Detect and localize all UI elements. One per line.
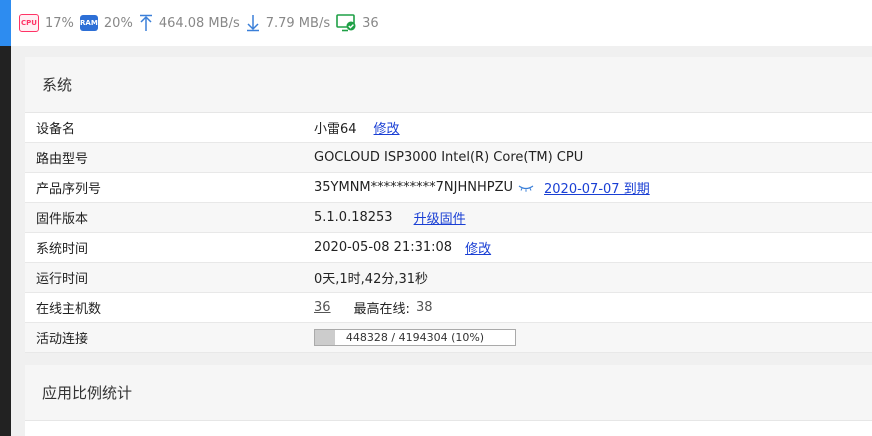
firmware-version-value: 5.1.0.18253 — [314, 210, 393, 225]
ram-usage: 20% — [103, 15, 133, 31]
row-value-wrap: 36 最高在线: 38 — [314, 298, 432, 317]
row-label: 系统时间 — [36, 242, 89, 257]
row-label: 活动连接 — [36, 332, 89, 347]
max-online-label: 最高在线: — [353, 302, 410, 317]
row-value-wrap: 5.1.0.18253 升级固件 — [314, 208, 466, 227]
system-time-value: 2020-05-08 21:31:08 — [314, 240, 453, 255]
ram-stat: RAM 20% — [79, 15, 133, 31]
row-system-time: 系统时间 2020-05-08 21:31:08 修改 — [25, 233, 872, 263]
row-label: 固件版本 — [36, 212, 89, 227]
serial-number-value: 35YMNM**********7NJHNHPZU — [314, 180, 514, 195]
router-model-value: GOCLOUD ISP3000 Intel(R) Core(TM) CPU — [314, 150, 584, 165]
eye-closed-icon[interactable] — [518, 183, 534, 193]
system-panel-title: 系统 — [25, 57, 872, 113]
license-expiry-link[interactable]: 2020-07-07 到期 — [544, 178, 650, 197]
active-connections-progress: 448328 / 4194304 (10%) — [314, 329, 516, 346]
row-value-wrap: 2020-05-08 21:31:08 修改 — [314, 238, 491, 257]
upgrade-firmware-link[interactable]: 升级固件 — [414, 208, 466, 227]
row-uptime: 运行时间 0天,1时,42分,31秒 — [25, 263, 872, 293]
monitor-check-icon — [336, 14, 356, 32]
max-online-value: 38 — [415, 300, 433, 315]
cpu-usage: 17% — [45, 15, 74, 31]
left-sidebar-strip — [0, 0, 11, 436]
row-label: 在线主机数 — [36, 302, 102, 317]
cpu-icon: CPU — [19, 14, 39, 32]
app-stats-panel: 应用比例统计 — [25, 365, 872, 436]
row-value-wrap: 小雷64 修改 — [314, 118, 400, 137]
row-device-name: 设备名 小雷64 修改 — [25, 113, 872, 143]
row-firmware-version: 固件版本 5.1.0.18253 升级固件 — [25, 203, 872, 233]
edit-device-name-link[interactable]: 修改 — [374, 118, 400, 137]
row-value-wrap: 448328 / 4194304 (10%) — [314, 329, 516, 346]
download-arrow-icon — [246, 15, 259, 32]
cpu-stat: CPU 17% — [19, 14, 74, 32]
online-hosts-stat: 36 — [336, 14, 379, 32]
edit-system-time-link[interactable]: 修改 — [465, 238, 491, 257]
progress-text: 448328 / 4194304 (10%) — [345, 331, 485, 344]
download-stat: 7.79 MB/s — [246, 14, 330, 32]
row-online-hosts: 在线主机数 36 最高在线: 38 — [25, 293, 872, 323]
online-count: 36 — [362, 15, 379, 31]
row-value-wrap: 35YMNM**********7NJHNHPZU 2020-07-07 到期 — [314, 178, 650, 197]
status-bar: CPU 17% RAM 20% 464.08 MB/s 7.79 MB/s 36 — [11, 0, 872, 46]
upload-arrow-icon — [139, 14, 152, 31]
device-name-value: 小雷64 — [314, 122, 357, 137]
download-speed: 7.79 MB/s — [265, 15, 331, 31]
row-label: 产品序列号 — [36, 182, 102, 197]
online-hosts-link[interactable]: 36 — [314, 300, 331, 315]
row-serial-number: 产品序列号 35YMNM**********7NJHNHPZU 2020-07-… — [25, 173, 872, 203]
sidebar-accent — [0, 0, 11, 46]
row-active-connections: 活动连接 448328 / 4194304 (10%) — [25, 323, 872, 353]
row-label: 路由型号 — [36, 152, 89, 167]
upload-stat: 464.08 MB/s — [139, 14, 240, 32]
uptime-value: 0天,1时,42分,31秒 — [314, 272, 429, 287]
app-stats-title: 应用比例统计 — [25, 365, 872, 421]
upload-speed: 464.08 MB/s — [158, 15, 240, 31]
system-panel: 系统 设备名 小雷64 修改 路由型号 GOCLOUD ISP3000 Inte… — [25, 57, 872, 353]
ram-icon: RAM — [79, 15, 98, 31]
row-label: 运行时间 — [36, 272, 89, 287]
row-label: 设备名 — [36, 122, 76, 137]
system-info-table: 设备名 小雷64 修改 路由型号 GOCLOUD ISP3000 Intel(R… — [25, 113, 872, 353]
row-router-model: 路由型号 GOCLOUD ISP3000 Intel(R) Core(TM) C… — [25, 143, 872, 173]
